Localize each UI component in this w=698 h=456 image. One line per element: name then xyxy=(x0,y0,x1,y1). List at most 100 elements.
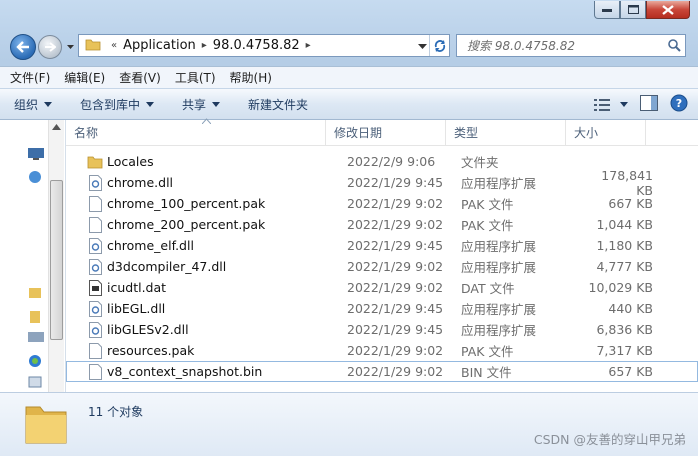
file-date: 2022/1/29 9:02 xyxy=(347,343,444,358)
organize-label: 组织 xyxy=(14,97,39,112)
file-name: chrome_200_percent.pak xyxy=(107,217,266,232)
new-folder-button[interactable]: 新建文件夹 xyxy=(248,96,308,113)
recent-pages-dropdown-icon[interactable] xyxy=(66,42,75,52)
column-size[interactable]: 大小 xyxy=(566,120,646,146)
file-row[interactable]: d3dcompiler_47.dll 2022/1/29 9:02 应用程序扩展 4,… xyxy=(66,256,698,277)
address-dropdown-icon[interactable] xyxy=(418,42,427,50)
file-type: BIN 文件 xyxy=(461,365,512,380)
help-icon: ? xyxy=(670,94,688,112)
preview-pane-button[interactable] xyxy=(640,95,658,114)
breadcrumb-overflow[interactable]: « xyxy=(111,40,117,51)
file-type: 应用程序扩展 xyxy=(461,323,537,338)
breadcrumb-chevron-icon[interactable]: ▸ xyxy=(306,40,311,51)
file-row[interactable]: v8_context_snapshot.bin 2022/1/29 9:02 BIN… xyxy=(66,361,698,382)
watermark: CSDN @友善的穿山甲兄弟 xyxy=(533,432,686,447)
file-date: 2022/1/29 9:45 xyxy=(347,322,444,337)
command-bar: 组织 包含到库中 共享 新建文件夹 ? xyxy=(0,88,698,120)
menu-help[interactable]: 帮助(H) xyxy=(230,69,272,86)
menu-file[interactable]: 文件(F) xyxy=(10,69,50,86)
menu-edit[interactable]: 编辑(E) xyxy=(64,69,105,86)
file-row[interactable]: icudtl.dat 2022/1/29 9:02 DAT 文件 10,029 KB xyxy=(66,277,698,298)
details-pane: 11 个对象 CSDN @友善的穿山甲兄弟 xyxy=(0,392,698,456)
column-type[interactable]: 类型 xyxy=(446,120,566,146)
details-view-icon xyxy=(594,98,610,111)
column-date-label: 修改日期 xyxy=(334,126,383,140)
file-name: libGLESv2.dll xyxy=(107,322,189,337)
breadcrumb-application[interactable]: Application xyxy=(123,38,196,53)
network-icon[interactable] xyxy=(28,170,42,184)
navigation-pane xyxy=(0,120,66,392)
library-icon[interactable] xyxy=(28,286,42,300)
file-date: 2022/1/29 9:02 xyxy=(347,196,444,211)
share-button[interactable]: 共享 xyxy=(182,96,221,113)
computer-icon[interactable] xyxy=(28,332,44,344)
item-count: 11 个对象 xyxy=(88,405,144,419)
file-date: 2022/2/9 9:06 xyxy=(347,154,436,169)
file-size: 657 KB xyxy=(608,364,653,379)
generic-file-icon xyxy=(87,216,103,233)
documents-icon[interactable] xyxy=(28,310,42,324)
file-row[interactable]: chrome.dll 2022/1/29 9:45 应用程序扩展 178,841 KB xyxy=(66,168,698,198)
forward-button[interactable] xyxy=(38,35,62,59)
arrow-left-icon xyxy=(16,41,29,53)
folder-large-icon xyxy=(25,406,67,444)
close-icon xyxy=(662,4,674,15)
nav-pane-scrollbar[interactable] xyxy=(48,120,64,392)
desktop-icon[interactable] xyxy=(28,148,44,160)
explorer-window: « Application ▸ 98.0.4758.82 ▸ 搜索 98.0.4… xyxy=(0,0,698,456)
chevron-down-icon xyxy=(44,101,53,107)
back-button[interactable] xyxy=(10,34,36,60)
file-type: 应用程序扩展 xyxy=(461,260,537,275)
file-date: 2022/1/29 9:45 xyxy=(347,238,444,253)
file-row[interactable]: resources.pak 2022/1/29 9:02 PAK 文件 7,317 K… xyxy=(66,340,698,361)
menu-tools[interactable]: 工具(T) xyxy=(175,69,216,86)
file-row[interactable]: libGLESv2.dll 2022/1/29 9:45 应用程序扩展 6,836 K… xyxy=(66,319,698,340)
file-date: 2022/1/29 9:02 xyxy=(347,217,444,232)
file-name-cell: d3dcompiler_47.dll xyxy=(67,258,341,275)
sort-ascending-icon xyxy=(202,118,211,124)
refresh-button[interactable] xyxy=(429,35,449,56)
breadcrumb-version[interactable]: 98.0.4758.82 xyxy=(213,38,300,53)
file-name-cell: v8_context_snapshot.bin xyxy=(67,363,341,380)
share-label: 共享 xyxy=(182,97,207,112)
maximize-button[interactable] xyxy=(620,1,646,19)
file-row[interactable]: chrome_200_percent.pak 2022/1/29 9:02 PAK … xyxy=(66,214,698,235)
breadcrumb-chevron-icon[interactable]: ▸ xyxy=(202,40,207,51)
file-name-cell: icudtl.dat xyxy=(67,279,341,296)
menu-view[interactable]: 查看(V) xyxy=(119,69,161,86)
file-type: 文件夹 xyxy=(461,155,499,170)
chevron-down-icon xyxy=(620,102,628,107)
scroll-up-icon[interactable] xyxy=(52,124,61,130)
column-type-label: 类型 xyxy=(454,126,479,140)
search-icon[interactable] xyxy=(663,39,685,52)
include-in-library-button[interactable]: 包含到库中 xyxy=(80,96,155,113)
dll-file-icon xyxy=(87,174,103,191)
address-bar[interactable]: « Application ▸ 98.0.4758.82 ▸ xyxy=(78,34,450,57)
drive-icon[interactable] xyxy=(28,354,42,368)
file-type: PAK 文件 xyxy=(461,218,514,233)
content-area: 名称 修改日期 类型 大小 Locales 2022/2/9 9:06 文件夹 chr… xyxy=(0,118,698,392)
new-folder-label: 新建文件夹 xyxy=(248,97,309,112)
file-row[interactable]: chrome_100_percent.pak 2022/1/29 9:02 PAK … xyxy=(66,193,698,214)
removable-drive-icon[interactable] xyxy=(28,376,42,388)
search-box[interactable]: 搜索 98.0.4758.82 xyxy=(456,34,686,57)
file-type: PAK 文件 xyxy=(461,197,514,212)
file-row[interactable]: chrome_elf.dll 2022/1/29 9:45 应用程序扩展 1,180 … xyxy=(66,235,698,256)
column-name[interactable]: 名称 xyxy=(66,118,326,146)
file-size: 7,317 KB xyxy=(596,343,653,358)
column-date[interactable]: 修改日期 xyxy=(326,120,446,146)
minimize-button[interactable] xyxy=(594,1,620,19)
file-row[interactable]: libEGL.dll 2022/1/29 9:45 应用程序扩展 440 KB xyxy=(66,298,698,319)
close-button[interactable] xyxy=(646,1,690,19)
chevron-down-icon xyxy=(212,101,221,107)
svg-text:?: ? xyxy=(676,97,682,110)
file-size: 1,044 KB xyxy=(596,217,653,232)
organize-button[interactable]: 组织 xyxy=(14,96,53,113)
help-button[interactable]: ? xyxy=(670,94,688,115)
change-view-button[interactable] xyxy=(594,98,628,111)
scrollbar-thumb[interactable] xyxy=(50,180,63,340)
dat-file-icon xyxy=(87,279,103,296)
include-in-library-label: 包含到库中 xyxy=(80,97,141,112)
search-input[interactable]: 搜索 98.0.4758.82 xyxy=(467,37,663,54)
file-size: 178,841 KB xyxy=(601,167,653,198)
